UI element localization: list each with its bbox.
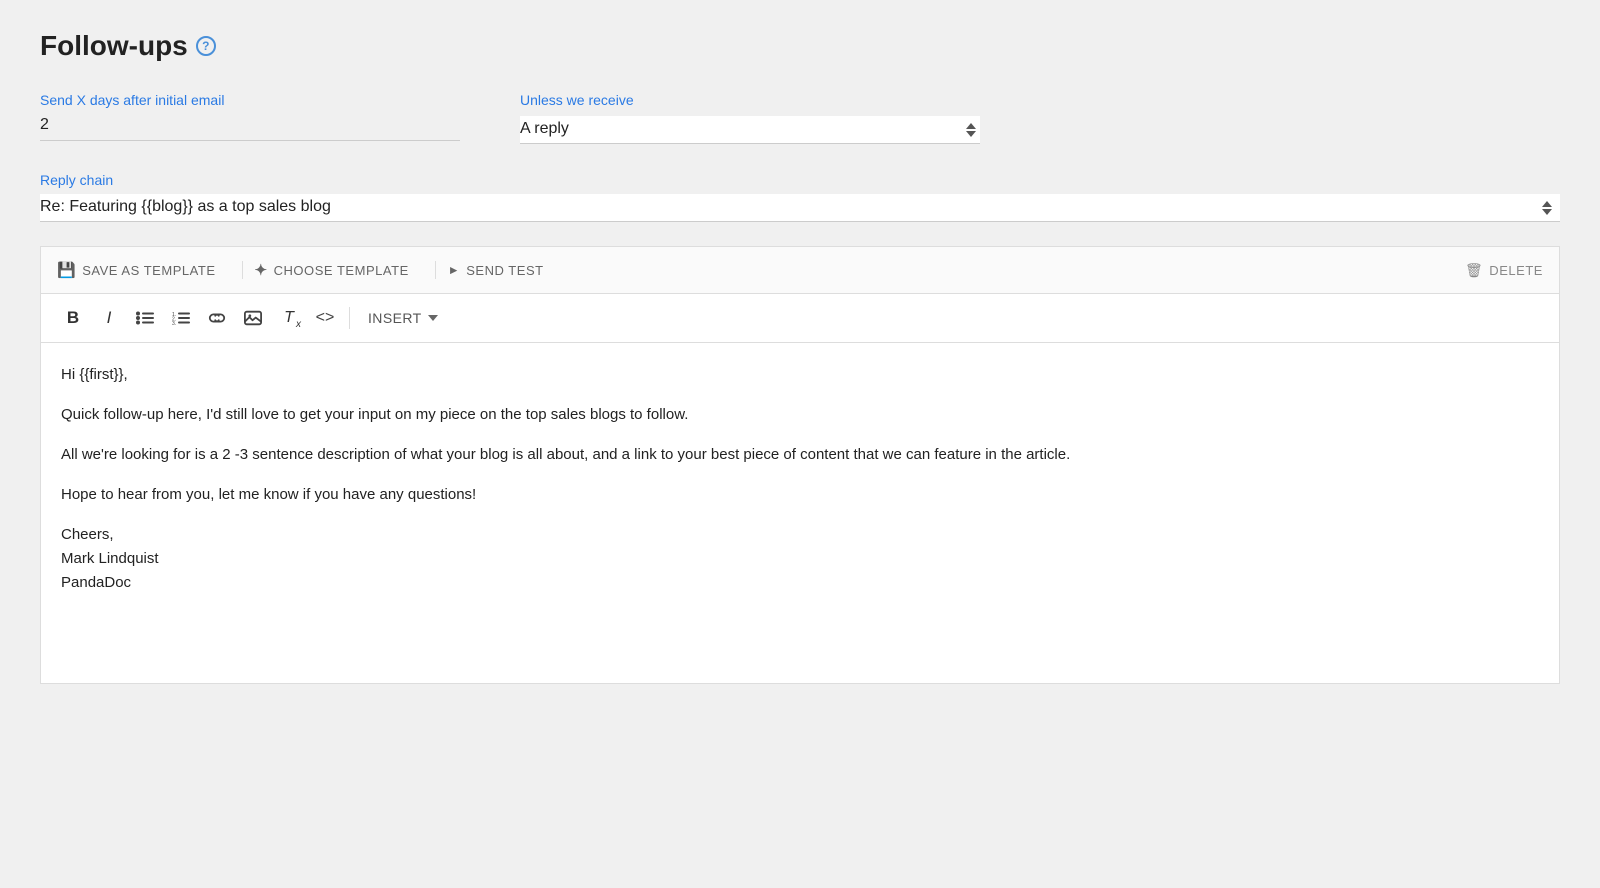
body-line-1: Hi {{first}}, [61,363,1539,387]
format-sep [349,307,350,329]
unless-label: Unless we receive [520,92,980,108]
editor-toolbar: 💾 SAVE AS TEMPLATE ✦ CHOOSE TEMPLATE ► S… [41,247,1559,294]
reply-chain-select[interactable]: Re: Featuring {{blog}} as a top sales bl… [40,194,1560,222]
bold-button[interactable]: B [57,302,89,334]
email-editor: 💾 SAVE AS TEMPLATE ✦ CHOOSE TEMPLATE ► S… [40,246,1560,684]
send-test-button[interactable]: ► SEND TEST [448,259,554,282]
delete-icon: 🗑 [1465,262,1483,279]
svg-text:3.: 3. [172,321,176,325]
body-line-5: Cheers, [61,526,114,543]
send-test-label: SEND TEST [466,263,543,278]
ordered-list-button[interactable]: 1. 2. 3. [165,302,197,334]
body-line-6: Mark Lindquist [61,550,159,567]
delete-label: DELETE [1489,263,1543,278]
save-icon: 💾 [57,261,76,279]
send-icon: ► [448,263,460,277]
choose-template-button[interactable]: ✦ CHOOSE TEMPLATE [255,257,419,283]
save-as-template-button[interactable]: 💾 SAVE AS TEMPLATE [57,257,226,283]
format-toolbar: B I 1. 2. 3. [41,294,1559,343]
body-line-7: PandaDoc [61,574,131,591]
template-icon: ✦ [255,261,268,279]
form-row-top: Send X days after initial email 2 Unless… [40,92,1560,144]
choose-template-label: CHOOSE TEMPLATE [274,263,409,278]
insert-button[interactable]: INSERT [358,306,448,330]
toolbar-sep-2 [435,261,436,279]
body-line-2: Quick follow-up here, I'd still love to … [61,403,1539,427]
unless-select[interactable]: A reply An open A click [520,116,980,144]
link-button[interactable] [201,302,233,334]
italic-button[interactable]: I [93,302,125,334]
code-button[interactable]: <> [309,302,341,334]
unless-group: Unless we receive A reply An open A clic… [520,92,980,144]
insert-arrow-icon [428,315,438,321]
days-group: Send X days after initial email 2 [40,92,460,141]
delete-button[interactable]: 🗑 DELETE [1465,262,1543,279]
reply-chain-select-wrapper: Re: Featuring {{blog}} as a top sales bl… [40,194,1560,222]
save-template-label: SAVE AS TEMPLATE [82,263,215,278]
unordered-list-button[interactable] [129,302,161,334]
title-text: Follow-ups [40,30,188,62]
body-signature: Cheers, Mark Lindquist PandaDoc [61,523,1539,595]
body-line-4: Hope to hear from you, let me know if yo… [61,483,1539,507]
clear-format-button[interactable]: Tx [273,302,305,334]
reply-chain-label: Reply chain [40,172,1560,188]
page-title: Follow-ups ? [40,30,1560,62]
help-icon[interactable]: ? [196,36,216,56]
toolbar-sep-1 [242,261,243,279]
days-label: Send X days after initial email [40,92,460,108]
reply-chain-section: Reply chain Re: Featuring {{blog}} as a … [40,172,1560,222]
body-line-3: All we're looking for is a 2 -3 sentence… [61,443,1539,467]
email-body[interactable]: Hi {{first}}, Quick follow-up here, I'd … [41,343,1559,683]
days-value: 2 [40,116,460,141]
unless-select-wrapper: A reply An open A click [520,116,980,144]
image-button[interactable] [237,302,269,334]
insert-label: INSERT [368,310,422,326]
